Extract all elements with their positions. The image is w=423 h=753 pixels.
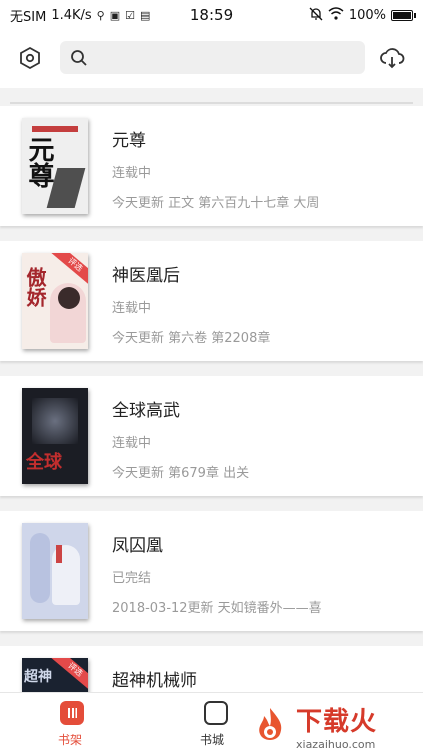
- book-title: 全球高武: [112, 401, 180, 421]
- battery-percent: 100%: [348, 7, 386, 23]
- bookshelf-list: 元尊 元尊 连载中 今天更新 正文 第六百九十七章 大周 傲娇 评选 神医凰后 …: [0, 88, 423, 692]
- book-card-5[interactable]: 超神 评选 超神机械师: [0, 646, 423, 692]
- check-box-icon: ☑: [125, 8, 136, 22]
- cover-title: 全球: [26, 452, 62, 473]
- cover-badge: 评选: [50, 658, 88, 692]
- book-cover: [22, 523, 88, 619]
- book-update: 今天更新 第六卷 第2208章: [112, 331, 271, 346]
- cloud-download-icon: [380, 48, 405, 69]
- nav-label-bookshelf: 书架: [57, 733, 82, 747]
- book-status: 连载中: [112, 166, 152, 181]
- wifi-icon: [328, 7, 344, 23]
- book-card-2[interactable]: 傲娇 评选 神医凰后 连载中 今天更新 第六卷 第2208章: [0, 241, 423, 361]
- search-icon: [71, 49, 87, 66]
- book-update: 今天更新 正文 第六百九十七章 大周: [112, 196, 320, 211]
- book-title: 超神机械师: [112, 671, 197, 691]
- clipboard-icon: ▤: [140, 8, 151, 22]
- status-bar: 无SIM 1.4K/s ⚲ ▣ ☑ ▤ 18:59 100%: [0, 0, 423, 30]
- book-card-4[interactable]: 凤囚凰 已完结 2018-03-12更新 天如镜番外——喜: [0, 511, 423, 631]
- book-cover: 全球: [22, 388, 88, 484]
- watermark-main-text: 下载火: [296, 707, 378, 737]
- watermark-sub-text: xiazaihuo.com: [296, 738, 376, 751]
- watermark-logo: 下载火 xiazaihuo.com: [250, 700, 423, 752]
- network-speed: 1.4K/s: [51, 7, 92, 23]
- cover-badge: 评选: [50, 253, 88, 287]
- book-cover: 元尊: [22, 118, 88, 214]
- carrier-text: 无SIM: [10, 9, 47, 25]
- settings-hex-button[interactable]: [15, 43, 45, 73]
- book-cover: 傲娇 评选: [22, 253, 88, 349]
- book-title: 元尊: [112, 131, 146, 151]
- status-right: 100%: [309, 7, 416, 24]
- bookstore-icon: [204, 701, 228, 725]
- bookshelf-icon: [60, 701, 84, 725]
- book-status: 连载中: [112, 436, 152, 451]
- status-left: 无SIM 1.4K/s ⚲ ▣ ☑ ▤: [10, 6, 150, 25]
- cloud-download-button[interactable]: [377, 43, 407, 73]
- top-bar: [0, 30, 423, 88]
- flame-logo-icon: [259, 708, 282, 740]
- status-time: 18:59: [189, 6, 234, 24]
- cover-title: 超神: [24, 669, 52, 685]
- app-notification-icon: ▣: [109, 8, 121, 22]
- book-title: 神医凰后: [112, 266, 180, 286]
- book-cover: 超神 评选: [22, 658, 88, 692]
- book-update: 今天更新 第679章 出关: [112, 466, 250, 481]
- cover-title: 傲娇: [23, 267, 47, 307]
- battery-icon: [391, 9, 416, 21]
- book-status: 已完结: [112, 571, 152, 586]
- book-card-1[interactable]: 元尊 元尊 连载中 今天更新 正文 第六百九十七章 大周: [0, 106, 423, 226]
- search-input[interactable]: [96, 48, 350, 67]
- search-box[interactable]: [60, 41, 365, 74]
- usb-icon: ⚲: [96, 8, 105, 22]
- book-title: 凤囚凰: [112, 536, 163, 556]
- nav-bookstore[interactable]: 书城: [172, 693, 252, 753]
- mute-bell-icon: [309, 7, 323, 24]
- book-card-3[interactable]: 全球 全球高武 连载中 今天更新 第679章 出关: [0, 376, 423, 496]
- hexagon-settings-icon: [20, 46, 40, 70]
- top-divider: [10, 102, 413, 104]
- book-status: 连载中: [112, 301, 152, 316]
- nav-bookshelf[interactable]: 书架: [30, 693, 110, 753]
- book-update: 2018-03-12更新 天如镜番外——喜: [112, 601, 322, 616]
- nav-label-bookstore: 书城: [199, 733, 224, 747]
- cover-title: 元尊: [24, 136, 54, 188]
